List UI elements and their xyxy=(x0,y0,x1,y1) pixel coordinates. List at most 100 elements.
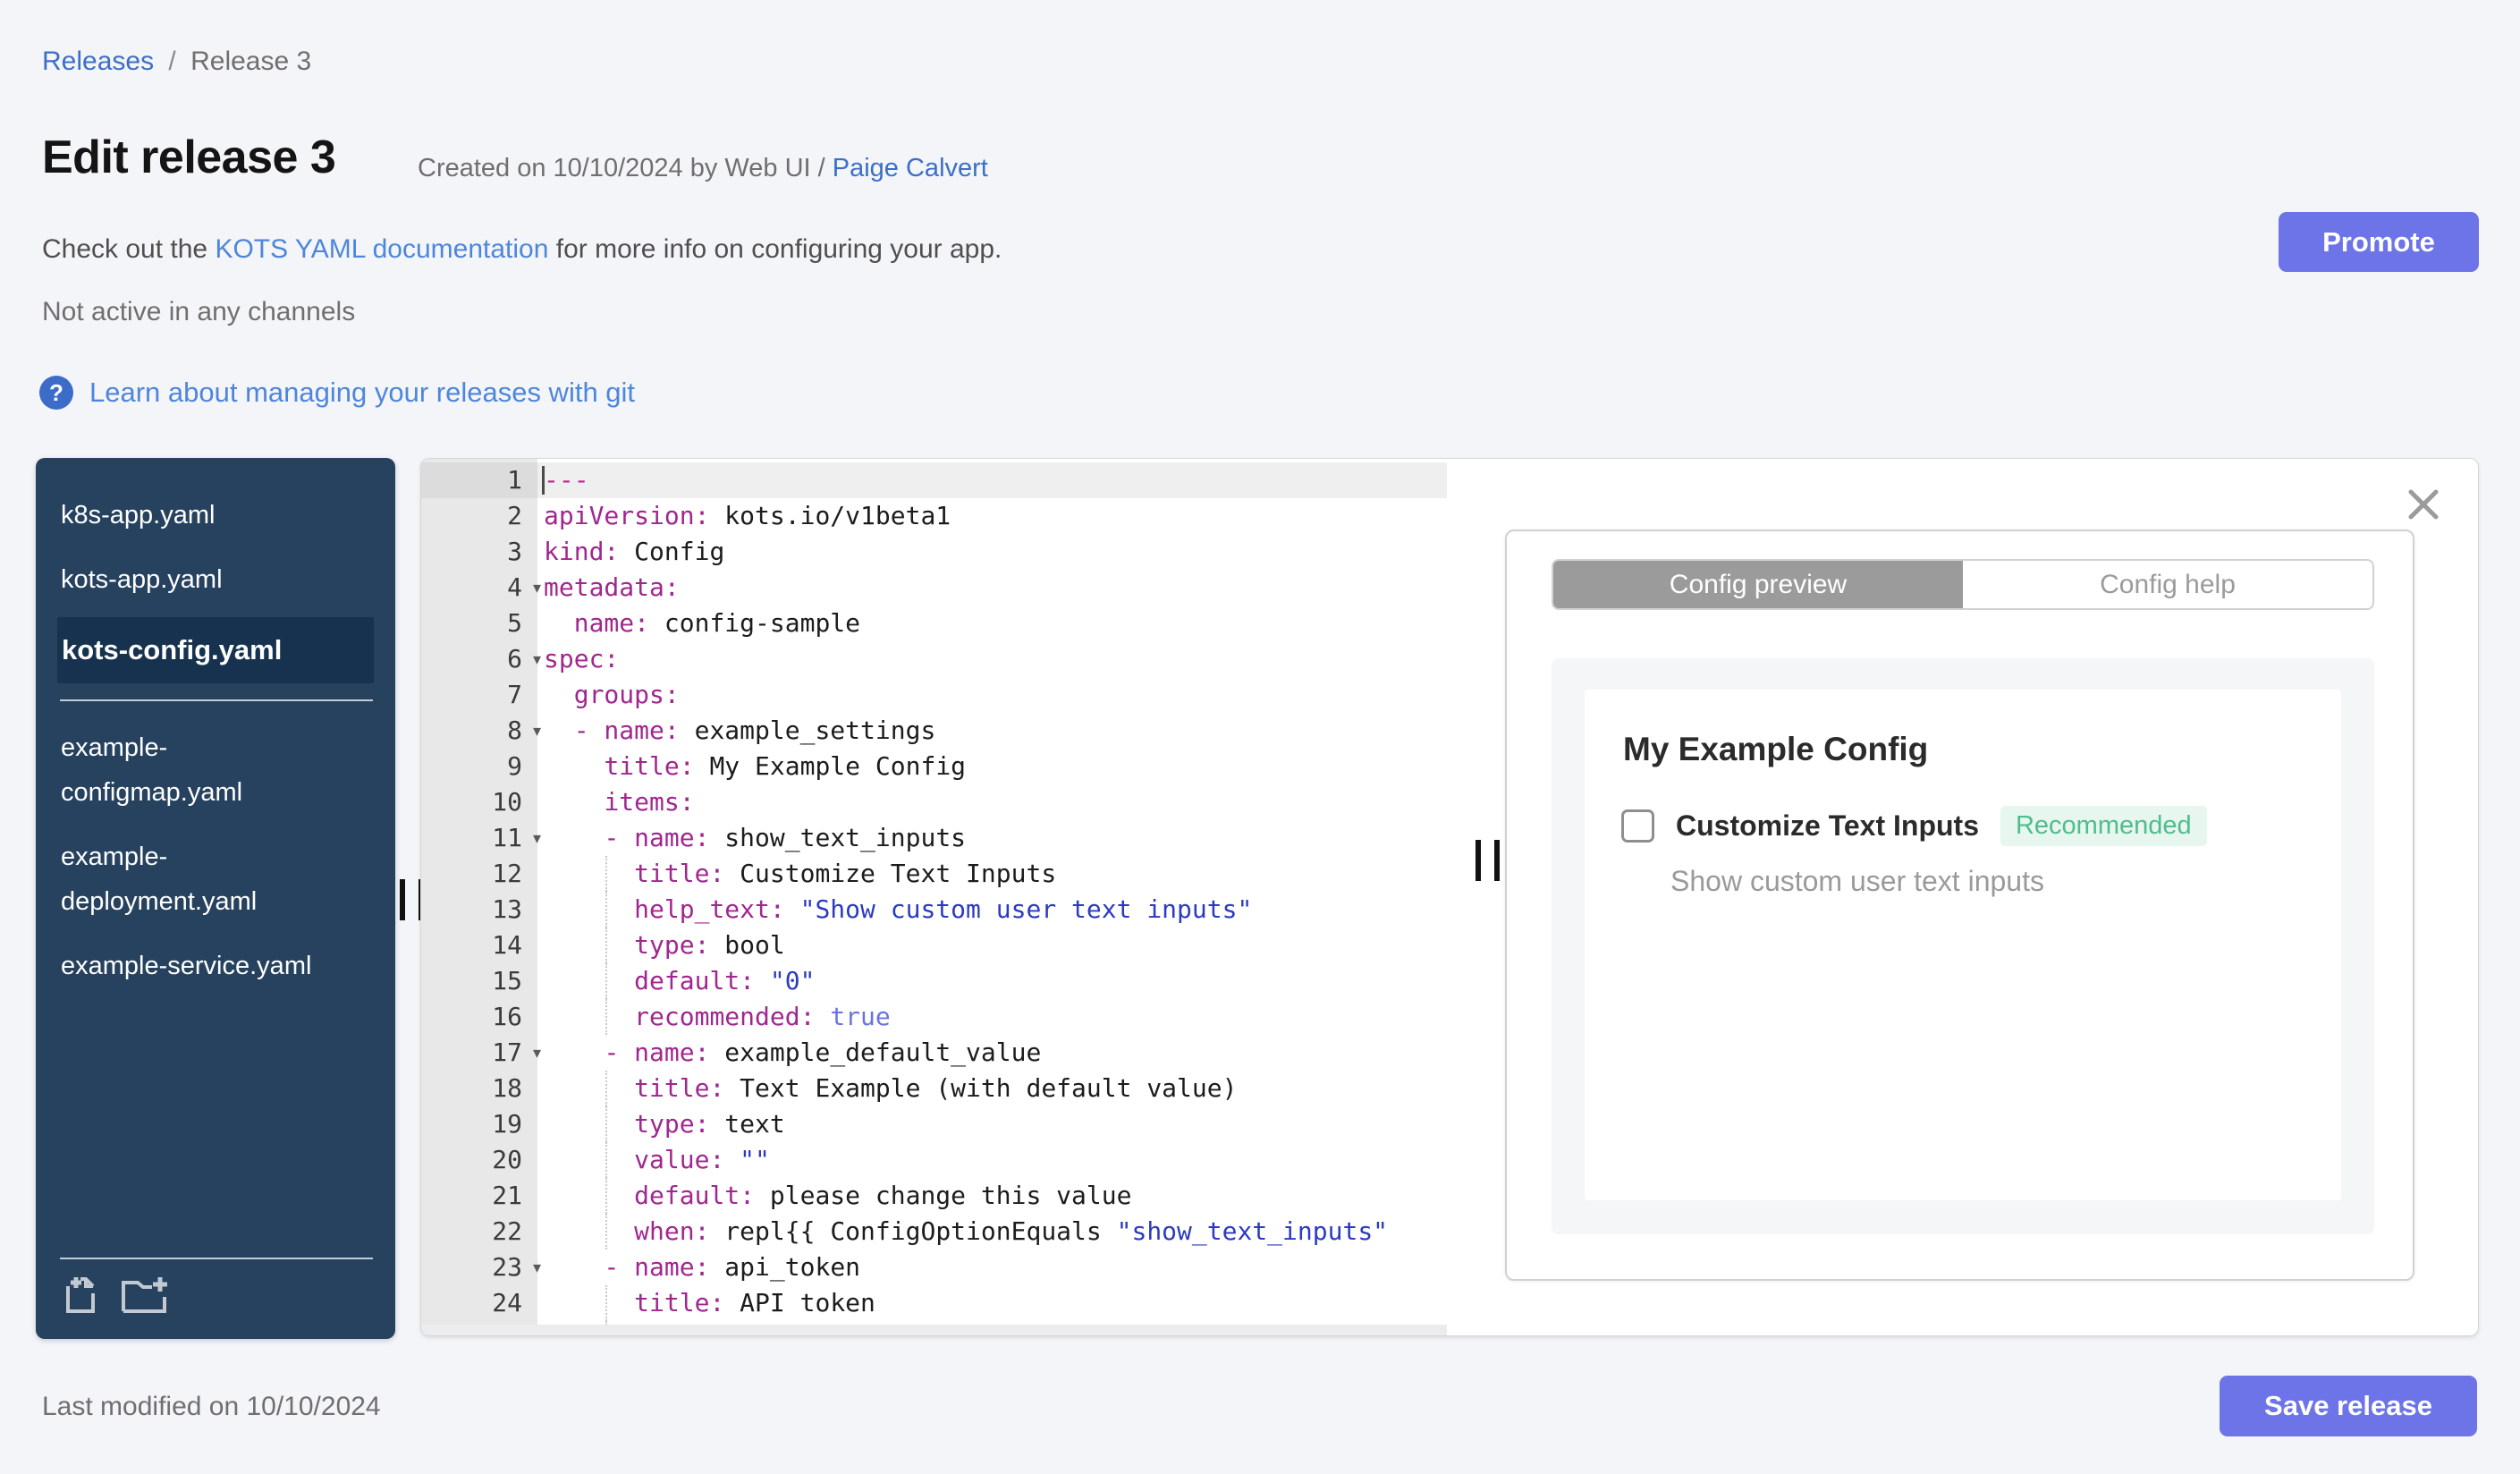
code-line-2[interactable]: 2 apiVersion: kots.io/v1beta1 xyxy=(421,498,1447,534)
line-number: 3 xyxy=(507,537,522,566)
tab-config-help[interactable]: Config help xyxy=(1963,561,2372,608)
line-number: 23 ▾ xyxy=(421,1250,541,1285)
indent-guide xyxy=(605,963,607,999)
line-number: 15 xyxy=(492,966,522,995)
git-help-row: ? Learn about managing your releases wit… xyxy=(39,376,635,410)
line-number: 17 ▾ xyxy=(421,1035,541,1071)
code-text: value: "" xyxy=(537,1142,1447,1178)
editor-lines: 1 --- 2 apiVersion: kots.io/v1beta1 3 kind: C… xyxy=(421,462,1447,1335)
line-number: 10 xyxy=(492,787,522,817)
config-group-card: My Example Config Customize Text Inputs … xyxy=(1585,690,2341,1200)
code-line-22[interactable]: 22 when: repl{{ ConfigOptionEquals "show… xyxy=(421,1214,1447,1250)
kots-docs-link[interactable]: KOTS YAML documentation xyxy=(215,234,548,264)
file-item-example-service.yaml[interactable]: example-service.yaml xyxy=(36,934,395,998)
code-text: spec: xyxy=(544,644,620,673)
line-number: 22 xyxy=(492,1216,522,1246)
line-number: 4 ▾ xyxy=(421,570,541,606)
yaml-editor[interactable]: 1 --- 2 apiVersion: kots.io/v1beta1 3 kind: C… xyxy=(421,459,1447,1335)
code-line-19[interactable]: 19 type: text xyxy=(421,1106,1447,1142)
code-text: type: bool xyxy=(537,928,1447,963)
code-text: - name: api_token xyxy=(604,1252,861,1282)
save-release-button[interactable]: Save release xyxy=(2220,1376,2477,1436)
code-line-17[interactable]: 17 ▾ - name: example_default_value xyxy=(421,1035,1447,1071)
author-link[interactable]: Paige Calvert xyxy=(833,154,988,182)
preview-inset: My Example Config Customize Text Inputs … xyxy=(1552,658,2374,1234)
breadcrumb-releases-link[interactable]: Releases xyxy=(42,47,154,76)
line-number: 12 xyxy=(492,859,522,888)
line-number: 2 xyxy=(507,501,522,530)
indent-guide xyxy=(605,999,607,1035)
config-group-title: My Example Config xyxy=(1623,731,1929,767)
line-number: 5 xyxy=(507,608,522,638)
docs-prefix: Check out the xyxy=(42,234,216,264)
last-modified: Last modified on 10/10/2024 xyxy=(42,1392,381,1421)
code-text: - name: example_default_value xyxy=(604,1038,1042,1067)
file-item-kots-config.yaml[interactable]: kots-config.yaml xyxy=(57,617,374,683)
editor-cursor xyxy=(542,466,545,495)
code-text: kind: Config xyxy=(544,537,725,566)
file-item-k8s-app.yaml[interactable]: k8s-app.yaml xyxy=(36,483,395,547)
divider xyxy=(60,699,373,701)
sidebar-bottom xyxy=(36,1241,395,1339)
code-line-9[interactable]: 9 title: My Example Config xyxy=(421,749,1447,784)
code-text: groups: xyxy=(573,680,680,709)
code-line-11[interactable]: 11 ▾ - name: show_text_inputs xyxy=(421,820,1447,856)
code-line-3[interactable]: 3 kind: Config xyxy=(421,534,1447,570)
code-line-21[interactable]: 21 default: please change this value xyxy=(421,1178,1447,1214)
code-line-18[interactable]: 18 title: Text Example (with default val… xyxy=(421,1071,1447,1106)
code-text: help_text: "Show custom user text inputs… xyxy=(537,892,1447,928)
git-releases-link[interactable]: Learn about managing your releases with … xyxy=(89,377,635,409)
code-text: when: repl{{ ConfigOptionEquals "show_te… xyxy=(537,1214,1447,1250)
line-number: 8 ▾ xyxy=(421,713,541,749)
resize-handle-right[interactable] xyxy=(1476,840,1500,881)
code-line-15[interactable]: 15 default: "0" xyxy=(421,963,1447,999)
code-line-20[interactable]: 20 value: "" xyxy=(421,1142,1447,1178)
tab-config-preview[interactable]: Config preview xyxy=(1553,561,1963,608)
help-icon[interactable]: ? xyxy=(39,376,73,410)
code-text: - name: show_text_inputs xyxy=(604,823,967,852)
line-number: 6 ▾ xyxy=(421,641,541,677)
file-sidebar: k8s-app.yaml kots-app.yaml kots-config.yam… xyxy=(36,458,395,1339)
horizontal-scrollbar[interactable] xyxy=(421,1325,1447,1335)
line-number: 19 xyxy=(492,1109,522,1139)
indent-guide xyxy=(605,928,607,963)
file-item-example-deployment.yaml[interactable]: example-deployment.yaml xyxy=(36,825,395,934)
code-text: title: Customize Text Inputs xyxy=(537,856,1447,892)
code-text: - name: example_settings xyxy=(573,716,936,745)
breadcrumb-current: Release 3 xyxy=(190,47,312,76)
code-line-4[interactable]: 4 ▾ metadata: xyxy=(421,570,1447,606)
code-text: title: API token xyxy=(537,1285,1447,1321)
code-text: items: xyxy=(604,787,695,817)
indent-guide xyxy=(605,1071,607,1106)
breadcrumb: Releases / Release 3 xyxy=(42,47,311,77)
code-line-13[interactable]: 13 help_text: "Show custom user text inp… xyxy=(421,892,1447,928)
code-line-16[interactable]: 16 recommended: true xyxy=(421,999,1447,1035)
indent-guide xyxy=(605,856,607,892)
channel-status: Not active in any channels xyxy=(42,297,356,326)
file-item-example-configmap.yaml[interactable]: example-configmap.yaml xyxy=(36,716,395,825)
indent-guide xyxy=(605,892,607,928)
code-line-14[interactable]: 14 type: bool xyxy=(421,928,1447,963)
code-line-8[interactable]: 8 ▾ - name: example_settings xyxy=(421,713,1447,749)
add-file-icon[interactable] xyxy=(59,1274,102,1321)
file-item-kots-app.yaml[interactable]: kots-app.yaml xyxy=(36,547,395,612)
add-folder-icon[interactable] xyxy=(120,1274,172,1321)
code-line-6[interactable]: 6 ▾ spec: xyxy=(421,641,1447,677)
code-line-23[interactable]: 23 ▾ - name: api_token xyxy=(421,1250,1447,1285)
config-preview-panel: Config preview Config help My Example Co… xyxy=(1505,529,2414,1281)
line-number: 21 xyxy=(492,1181,522,1210)
close-icon[interactable] xyxy=(2407,488,2440,521)
code-line-5[interactable]: 5 name: config-sample xyxy=(421,606,1447,641)
promote-button[interactable]: Promote xyxy=(2279,212,2479,272)
edit-release-page: Releases / Release 3 Edit release 3 Crea… xyxy=(0,0,2520,1474)
code-line-1[interactable]: 1 --- xyxy=(421,462,1447,498)
config-checkbox[interactable] xyxy=(1621,809,1654,843)
code-text: --- xyxy=(537,462,1447,498)
code-line-10[interactable]: 10 items: xyxy=(421,784,1447,820)
code-line-12[interactable]: 12 title: Customize Text Inputs xyxy=(421,856,1447,892)
docs-suffix: for more info on configuring your app. xyxy=(548,234,1002,264)
line-number: 13 xyxy=(492,894,522,924)
line-number: 1 xyxy=(421,462,537,498)
code-line-7[interactable]: 7 groups: xyxy=(421,677,1447,713)
code-line-24[interactable]: 24 title: API token xyxy=(421,1285,1447,1321)
